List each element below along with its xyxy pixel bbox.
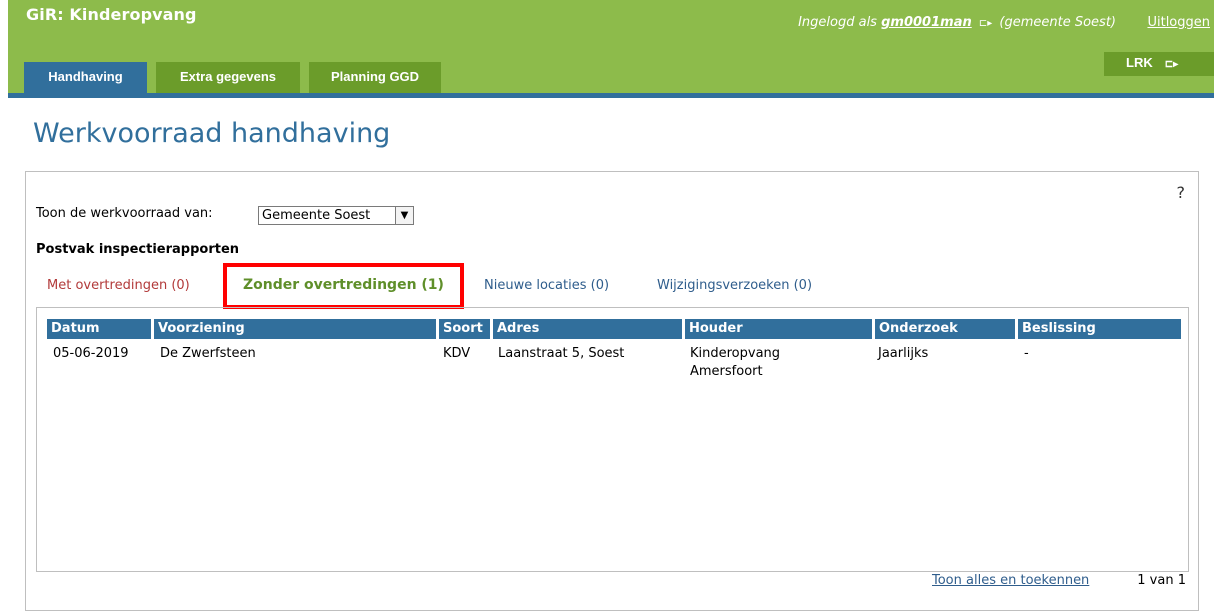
lrk-button[interactable]: LRK ⊏▸: [1104, 52, 1214, 76]
chevron-down-icon: ▼: [395, 207, 413, 224]
municipality-select[interactable]: Gemeente Soest ▼: [258, 206, 414, 225]
column-header-datum[interactable]: Datum: [47, 319, 151, 339]
cell-houder-line2: Amersfoort: [690, 364, 763, 379]
municipality-select-value: Gemeente Soest: [262, 208, 371, 223]
show-all-assign-link[interactable]: Toon alles en toekennen: [932, 573, 1089, 588]
section-title: Postvak inspectierapporten: [36, 242, 240, 257]
workqueue-panel: ? Toon de werkvoorraad van: Gemeente Soe…: [25, 171, 1199, 611]
column-header-soort[interactable]: Soort: [439, 319, 490, 339]
tab-handhaving[interactable]: Handhaving: [24, 62, 147, 93]
column-header-houder[interactable]: Houder: [685, 319, 872, 339]
column-header-voorziening[interactable]: Voorziening: [154, 319, 436, 339]
cell-houder-line1: Kinderopvang: [690, 346, 781, 361]
filter-label: Toon de werkvoorraad van:: [36, 206, 213, 221]
logout-link[interactable]: Uitloggen: [1147, 15, 1210, 30]
column-header-beslissing[interactable]: Beslissing: [1018, 319, 1181, 339]
cell-adres: Laanstraat 5, Soest: [498, 346, 625, 361]
tab-extra-gegevens[interactable]: Extra gegevens: [156, 62, 300, 93]
username-link[interactable]: gm0001man: [881, 15, 972, 30]
pagination-label: 1 van 1: [1137, 573, 1186, 588]
column-header-onderzoek[interactable]: Onderzoek: [875, 319, 1015, 339]
column-header-adres[interactable]: Adres: [493, 319, 682, 339]
header-divider: [8, 93, 1214, 98]
external-link-icon: ⊏▸: [978, 18, 993, 29]
cell-datum: 05-06-2019: [53, 346, 129, 361]
municipality-label: (gemeente Soest): [999, 15, 1116, 30]
tab-planning-ggd[interactable]: Planning GGD: [309, 62, 441, 93]
external-link-icon: ⊏▸: [1164, 59, 1179, 70]
page-title: Werkvoorraad handhaving: [33, 118, 391, 149]
table-header: Datum Voorziening Soort Adres Houder Ond…: [47, 319, 1181, 339]
help-icon[interactable]: ?: [1177, 183, 1186, 202]
logged-in-prefix: Ingelogd als: [798, 15, 877, 30]
user-info: Ingelogd als gm0001man ⊏▸ (gemeente Soes…: [798, 15, 1116, 30]
cell-voorziening: De Zwerfsteen: [160, 346, 256, 361]
subtab-met-overtredingen[interactable]: Met overtredingen (0): [47, 278, 190, 293]
results-table: Datum Voorziening Soort Adres Houder Ond…: [36, 307, 1189, 572]
app-title: GiR: Kinderopvang: [26, 5, 197, 24]
highlight-box: [223, 263, 464, 309]
lrk-label: LRK: [1126, 55, 1153, 70]
subtab-nieuwe-locaties[interactable]: Nieuwe locaties (0): [484, 278, 609, 293]
app-header: GiR: Kinderopvang Ingelogd als gm0001man…: [8, 0, 1214, 93]
cell-soort: KDV: [443, 346, 471, 361]
cell-onderzoek: Jaarlijks: [878, 346, 929, 361]
subtab-wijzigingsverzoeken[interactable]: Wijzigingsverzoeken (0): [657, 278, 812, 293]
cell-beslissing: -: [1024, 346, 1029, 361]
